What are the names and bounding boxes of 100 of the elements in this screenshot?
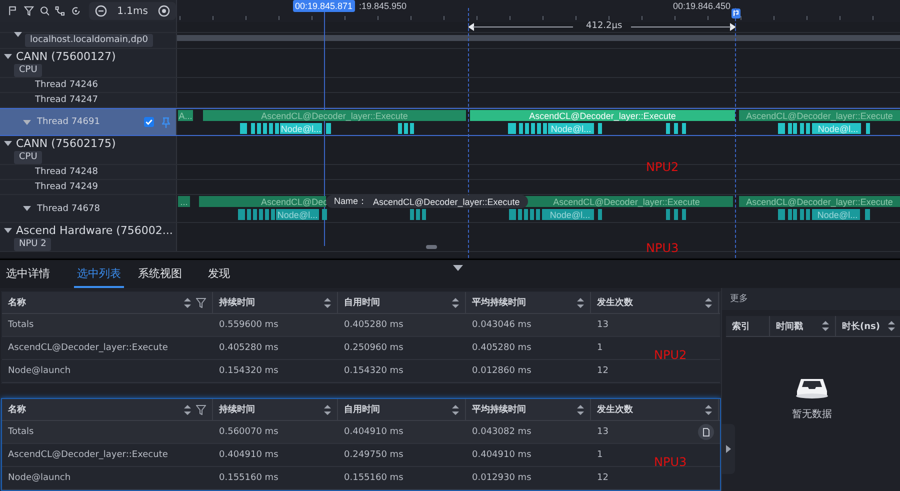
sort-icon[interactable] — [184, 298, 191, 308]
track-header[interactable]: CANN (75602175) CPU — [0, 136, 177, 164]
slice-bar[interactable] — [508, 123, 516, 134]
slice-bar[interactable] — [410, 123, 414, 134]
slice-bar[interactable] — [259, 209, 263, 220]
slice-bar[interactable] — [806, 123, 810, 134]
track-header[interactable]: Thread 74691 — [0, 109, 177, 135]
slice-bar[interactable] — [247, 209, 251, 220]
slice-bar[interactable] — [509, 209, 516, 220]
slice-bar[interactable] — [598, 123, 602, 134]
expand-handle[interactable] — [722, 424, 735, 474]
column-header[interactable]: 发生次数 — [597, 296, 633, 309]
caret-icon[interactable] — [4, 52, 12, 60]
track-header[interactable]: Ascend Hardware (756002... NPU 2 — [0, 223, 177, 251]
slice-bar[interactable] — [788, 123, 792, 134]
column-header[interactable]: 自用时间 — [344, 403, 380, 416]
slice-bar[interactable] — [682, 123, 686, 134]
slice-bar[interactable] — [543, 123, 547, 134]
filter-icon[interactable] — [196, 298, 206, 308]
slice-bar[interactable] — [536, 209, 540, 220]
slice-bar[interactable] — [326, 123, 331, 134]
sort-icon[interactable] — [577, 298, 584, 308]
slice-bar[interactable] — [793, 123, 797, 134]
filter-icon[interactable] — [196, 404, 206, 414]
slice-bar[interactable] — [238, 209, 245, 220]
slice-bar[interactable] — [865, 209, 870, 220]
thread-name[interactable]: Thread 74246 — [8, 80, 98, 90]
tab[interactable]: 选中列表 — [74, 260, 124, 288]
slice-bar[interactable] — [530, 209, 534, 220]
column-header[interactable]: 名称 — [8, 296, 26, 309]
tab[interactable]: 系统视图 — [136, 260, 194, 288]
slice-bar[interactable] — [812, 123, 815, 134]
track-header[interactable]: Thread 74248 — [0, 165, 177, 179]
slice-bar[interactable] — [518, 209, 522, 220]
slice-bar[interactable] — [806, 209, 810, 220]
column-header[interactable]: 平均持续时间 — [472, 403, 526, 416]
slice-bar[interactable] — [253, 209, 257, 220]
collapse-icon[interactable] — [453, 265, 463, 271]
sort-icon[interactable] — [452, 404, 459, 414]
column-header[interactable]: 时长(ns) — [842, 320, 880, 332]
slice-bar[interactable] — [598, 209, 602, 220]
copy-icon[interactable] — [698, 424, 714, 440]
slice-bar[interactable] — [525, 123, 529, 134]
slice-bar[interactable] — [778, 209, 785, 220]
flag-marker-icon[interactable] — [731, 8, 741, 19]
slice-bar[interactable] — [422, 209, 426, 220]
column-header[interactable]: 名称 — [8, 403, 26, 416]
sort-icon[interactable] — [705, 404, 712, 414]
tab[interactable]: 发现 — [206, 260, 242, 288]
thread-name[interactable]: Thread 74248 — [8, 167, 98, 177]
slice-bar[interactable] — [263, 123, 267, 134]
search-icon[interactable] — [40, 5, 50, 17]
zoom-out-icon[interactable] — [95, 5, 108, 17]
slice-bar[interactable] — [812, 209, 815, 220]
checkbox[interactable] — [144, 117, 154, 127]
slice-bar[interactable] — [416, 209, 420, 220]
scroll-thumb[interactable] — [426, 245, 437, 249]
slice-bar[interactable] — [542, 209, 546, 220]
reset-icon[interactable] — [71, 5, 82, 17]
track-header[interactable]: Thread 74246 — [0, 78, 177, 92]
thread-name[interactable]: Thread 74247 — [8, 95, 98, 105]
sort-icon[interactable] — [324, 298, 331, 308]
slice-bar[interactable] — [800, 209, 804, 220]
slice-bar[interactable] — [240, 123, 247, 134]
thread-name[interactable]: Thread 74678 — [35, 204, 100, 214]
sort-icon[interactable] — [888, 321, 895, 331]
track-header[interactable]: Thread 74247 — [0, 93, 177, 107]
sort-icon[interactable] — [452, 298, 459, 308]
slice-bar[interactable] — [322, 209, 327, 220]
sort-icon[interactable] — [822, 321, 829, 331]
column-header[interactable]: 发生次数 — [597, 403, 633, 416]
sort-icon[interactable] — [577, 404, 584, 414]
slice-bar[interactable] — [275, 123, 279, 134]
slice-bar[interactable] — [788, 209, 792, 220]
slice-bar[interactable] — [257, 123, 261, 134]
slice-bar[interactable] — [531, 123, 535, 134]
slice-bar[interactable] — [800, 123, 804, 134]
sort-icon[interactable] — [324, 404, 331, 414]
column-header[interactable]: 持续时间 — [219, 403, 255, 416]
slice-bar[interactable] — [682, 209, 686, 220]
sort-icon[interactable] — [184, 404, 191, 414]
track-header[interactable]: CANN (75600127) CPU — [0, 49, 177, 77]
slice-bar[interactable] — [271, 209, 275, 220]
zoom-in-icon[interactable] — [158, 5, 170, 17]
column-header[interactable]: 时间戳 — [776, 320, 803, 332]
slice-bar[interactable] — [410, 209, 414, 220]
track-header[interactable]: Thread 74678 — [0, 195, 177, 222]
track-header[interactable]: localhost.localdomain,dp0 — [0, 33, 177, 48]
slice-bar[interactable] — [674, 209, 678, 220]
slice-bar[interactable] — [674, 123, 678, 134]
column-header[interactable]: 自用时间 — [344, 296, 380, 309]
slice-bar[interactable] — [524, 209, 528, 220]
slice-bar[interactable] — [778, 123, 785, 134]
column-header[interactable]: 索引 — [732, 320, 750, 332]
tab[interactable]: 选中详情 — [4, 260, 62, 288]
filter-icon[interactable] — [24, 5, 34, 17]
flag-icon[interactable] — [8, 5, 18, 17]
slice-bar[interactable] — [666, 123, 670, 134]
caret-icon[interactable] — [23, 205, 31, 212]
slice-bar[interactable] — [793, 209, 797, 220]
